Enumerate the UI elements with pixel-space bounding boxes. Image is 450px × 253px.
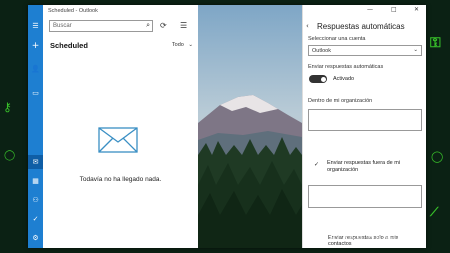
toggle-knob xyxy=(320,76,326,82)
search-input[interactable]: Buscar ⌕ xyxy=(49,20,153,32)
settings-icon[interactable]: ⚙ xyxy=(28,234,43,243)
filter-settings-icon[interactable]: ☰ xyxy=(180,21,187,30)
chevron-down-icon: ⌄ xyxy=(188,42,193,48)
external-replies-checkbox[interactable]: ✓ xyxy=(314,161,319,168)
external-reply-textarea[interactable] xyxy=(308,185,422,208)
people-icon[interactable]: ⚇ xyxy=(28,196,43,205)
folder-header: Scheduled xyxy=(50,41,88,50)
calendar-icon[interactable]: ▦ xyxy=(28,177,43,186)
send-replies-label: Enviar respuestas automáticas xyxy=(308,64,384,70)
empty-mail-icon xyxy=(98,127,138,153)
desktop-decoration: ⚷ xyxy=(3,100,12,114)
person-icon[interactable]: 👤 xyxy=(28,65,43,74)
external-replies-label: Enviar respuestas fuera de mi organizaci… xyxy=(327,160,401,173)
close-button[interactable]: ✕ xyxy=(414,6,419,13)
watermark: XATAKA BASICS xyxy=(311,232,408,243)
automatic-replies-pane: — □ ✕ ‹ Respuestas automáticas Seleccion… xyxy=(302,5,426,248)
sync-icon[interactable]: ⟳ xyxy=(160,21,167,30)
filter-dropdown[interactable]: Todo ⌄ xyxy=(172,42,193,48)
empty-state-message: Todavía no ha llegado nada. xyxy=(79,176,162,183)
desktop-decoration: ⟋ xyxy=(430,205,439,219)
desktop-decoration: ◯ xyxy=(4,150,16,161)
new-mail-icon[interactable]: + xyxy=(28,42,43,51)
search-icon[interactable]: ⌕ xyxy=(146,22,150,29)
chevron-down-icon: ⌄ xyxy=(413,47,418,53)
minimize-button[interactable]: — xyxy=(367,6,373,13)
nav-rail: ☰ + 👤 ▭ ✉ ▦ ⚇ ✓ ⚙ xyxy=(28,5,43,248)
outlook-window: ☰ + 👤 ▭ ✉ ▦ ⚇ ✓ ⚙ Scheduled - Outlook Bu… xyxy=(28,5,426,248)
message-list-pane: Scheduled - Outlook Buscar ⌕ ⟳ ☰ Schedul… xyxy=(43,5,198,248)
account-select[interactable]: Outlook ⌄ xyxy=(308,45,422,56)
back-arrow-icon[interactable]: ‹ xyxy=(306,22,309,30)
desktop-decoration: ⚿ xyxy=(430,35,441,51)
account-label: Seleccionar una cuenta xyxy=(308,36,366,42)
folder-icon[interactable]: ▭ xyxy=(28,89,43,98)
internal-reply-textarea[interactable] xyxy=(308,109,422,131)
auto-reply-toggle[interactable] xyxy=(309,75,327,83)
desktop-decoration: ◯ xyxy=(431,150,444,163)
pane-title: Respuestas automáticas xyxy=(317,22,405,31)
watermark-text: XATAKA BASICS xyxy=(322,232,408,242)
mail-icon[interactable]: ✉ xyxy=(28,155,43,169)
todo-icon[interactable]: ✓ xyxy=(28,215,43,224)
filter-label: Todo xyxy=(171,42,184,48)
mountain-background-image xyxy=(198,5,302,248)
maximize-button[interactable]: □ xyxy=(391,6,397,13)
account-value: Outlook xyxy=(312,48,331,54)
hamburger-menu-icon[interactable]: ☰ xyxy=(28,22,43,31)
window-title: Scheduled - Outlook xyxy=(48,8,98,14)
search-placeholder: Buscar xyxy=(53,23,72,29)
internal-label: Dentro de mi organización xyxy=(308,98,373,104)
toggle-state-label: Activado xyxy=(333,76,355,82)
